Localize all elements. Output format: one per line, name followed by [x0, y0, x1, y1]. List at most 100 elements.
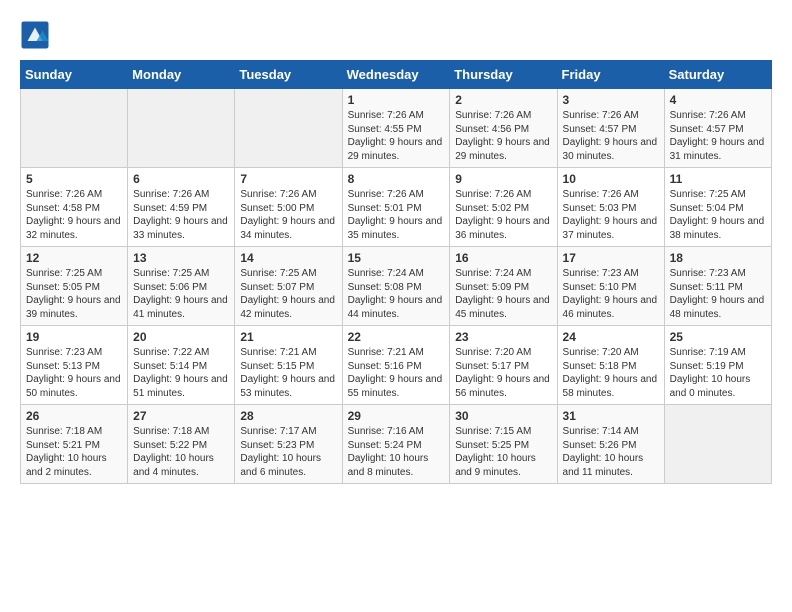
cell-content: Sunrise: 7:21 AMSunset: 5:16 PMDaylight:… [348, 346, 445, 400]
sunset-label: Sunset: 5:11 PM [670, 282, 743, 293]
daylight-label: Daylight: 9 hours and 31 minutes. [670, 137, 765, 162]
cell-content: Sunrise: 7:26 AMSunset: 4:59 PMDaylight:… [133, 188, 229, 242]
day-number: 24 [563, 330, 659, 344]
daylight-label: Daylight: 9 hours and 32 minutes. [26, 216, 121, 241]
calendar-cell: 2Sunrise: 7:26 AMSunset: 4:56 PMDaylight… [450, 89, 557, 168]
sunrise-label: Sunrise: 7:21 AM [240, 347, 316, 358]
sunrise-label: Sunrise: 7:26 AM [133, 189, 209, 200]
daylight-label: Daylight: 9 hours and 53 minutes. [240, 374, 335, 399]
calendar: SundayMondayTuesdayWednesdayThursdayFrid… [20, 60, 772, 484]
cell-content: Sunrise: 7:22 AMSunset: 5:14 PMDaylight:… [133, 346, 229, 400]
cell-content: Sunrise: 7:26 AMSunset: 5:00 PMDaylight:… [240, 188, 336, 242]
cell-content: Sunrise: 7:26 AMSunset: 5:03 PMDaylight:… [563, 188, 659, 242]
calendar-cell: 3 Sunrise: 7:26 AMSunset: 4:57 PMDaylight… [557, 89, 664, 168]
cell-content: Sunrise: 7:24 AM Sunset: 5:09 PM Daylight:… [455, 267, 551, 321]
cell-content: Sunrise: 7:25 AMSunset: 5:06 PMDaylight:… [133, 267, 229, 321]
calendar-cell: 20Sunrise: 7:22 AMSunset: 5:14 PMDayligh… [128, 326, 235, 405]
cell-content: Sunrise: 7:20 AMSunset: 5:17 PMDaylight:… [455, 346, 551, 400]
sunrise-label: Sunrise: 7:26 AM [348, 110, 424, 121]
sunrise-label: Sunrise: 7:20 AM [563, 347, 639, 358]
sunrise-label: Sunrise: 7:24 AM [348, 268, 424, 279]
sunset-label: Sunset: 5:15 PM [240, 361, 314, 372]
cell-content: Sunrise: 7:25 AMSunset: 5:07 PMDaylight:… [240, 267, 336, 321]
cell-content: Sunrise: 7:18 AMSunset: 5:22 PMDaylight:… [133, 425, 229, 479]
day-number: 2 [455, 93, 551, 107]
daylight-label: Daylight: 9 hours and 45 minutes. [455, 295, 550, 320]
day-header-saturday: Saturday [664, 61, 771, 89]
cell-content: Sunrise: 7:18 AMSunset: 5:21 PMDaylight:… [26, 425, 122, 479]
daylight-label: Daylight: 9 hours and 29 minutes. [348, 137, 443, 162]
day-number: 23 [455, 330, 551, 344]
sunrise-label: Sunrise: 7:26 AM [455, 110, 531, 121]
calendar-cell [128, 89, 235, 168]
daylight-label: Daylight: 9 hours and 38 minutes. [670, 216, 765, 241]
cell-content: Sunrise: 7:23 AMSunset: 5:13 PMDaylight:… [26, 346, 122, 400]
sunset-label: Sunset: 5:02 PM [455, 203, 529, 214]
calendar-cell: 24Sunrise: 7:20 AMSunset: 5:18 PMDayligh… [557, 326, 664, 405]
day-number: 5 [26, 172, 122, 186]
calendar-cell: 4Sunrise: 7:26 AMSunset: 4:57 PMDaylight… [664, 89, 771, 168]
day-number: 18 [670, 251, 766, 265]
calendar-cell: 7Sunrise: 7:26 AMSunset: 5:00 PMDaylight… [235, 168, 342, 247]
week-row-1: 1Sunrise: 7:26 AMSunset: 4:55 PMDaylight… [21, 89, 772, 168]
day-number: 10 [563, 172, 659, 186]
logo-icon [20, 20, 50, 50]
day-number: 8 [348, 172, 445, 186]
sunrise-label: Sunrise: 7:25 AM [670, 189, 746, 200]
sunrise-label: Sunrise: 7:24 AM [455, 268, 531, 279]
calendar-cell: 12 Sunrise: 7:25 AM Sunset: 5:05 PM Dayligh… [21, 247, 128, 326]
daylight-label: Daylight: 10 hours and 11 minutes. [563, 453, 644, 478]
sunrise-label: Sunrise: 7:25 AM [26, 268, 102, 279]
calendar-cell: 1Sunrise: 7:26 AMSunset: 4:55 PMDaylight… [342, 89, 450, 168]
sunrise-label: Sunrise: 7:17 AM [240, 426, 316, 437]
week-row-3: 12 Sunrise: 7:25 AM Sunset: 5:05 PM Dayligh… [21, 247, 772, 326]
calendar-cell: 9Sunrise: 7:26 AMSunset: 5:02 PMDaylight… [450, 168, 557, 247]
daylight-label: Daylight: 9 hours and 33 minutes. [133, 216, 228, 241]
day-number: 12 [26, 251, 122, 265]
sunrise-label: Sunrise: 7:22 AM [133, 347, 209, 358]
daylight-label: Daylight: 9 hours and 39 minutes. [26, 295, 121, 320]
calendar-cell: 10 Sunrise: 7:26 AMSunset: 5:03 PMDayligh… [557, 168, 664, 247]
daylight-label: Daylight: 9 hours and 51 minutes. [133, 374, 228, 399]
day-number: 31 [563, 409, 659, 423]
sunrise-label: Sunrise: 7:23 AM [563, 268, 639, 279]
daylight-label: Daylight: 9 hours and 55 minutes. [348, 374, 443, 399]
day-header-tuesday: Tuesday [235, 61, 342, 89]
calendar-cell [664, 405, 771, 484]
day-number: 3 [563, 93, 659, 107]
sunrise-label: Sunrise: 7:16 AM [348, 426, 424, 437]
cell-content: Sunrise: 7:25 AM Sunset: 5:05 PM Daylight:… [26, 267, 122, 321]
sunset-label: Sunset: 5:19 PM [670, 361, 744, 372]
day-number: 21 [240, 330, 336, 344]
sunset-label: Sunset: 5:10 PM [563, 282, 637, 293]
sunset-label: Sunset: 5:04 PM [670, 203, 744, 214]
calendar-header: SundayMondayTuesdayWednesdayThursdayFrid… [21, 61, 772, 89]
sunset-label: Sunset: 5:24 PM [348, 440, 422, 451]
day-number: 25 [670, 330, 766, 344]
daylight-label: Daylight: 9 hours and 50 minutes. [26, 374, 121, 399]
sunset-label: Sunset: 5:23 PM [240, 440, 314, 451]
sunrise-label: Sunrise: 7:26 AM [563, 189, 639, 200]
sunset-label: Sunset: 5:18 PM [563, 361, 637, 372]
week-row-4: 19Sunrise: 7:23 AMSunset: 5:13 PMDayligh… [21, 326, 772, 405]
cell-content: Sunrise: 7:23 AMSunset: 5:11 PMDaylight:… [670, 267, 766, 321]
sunset-label: Sunset: 5:16 PM [348, 361, 422, 372]
sunset-label: Sunset: 4:55 PM [348, 124, 422, 135]
calendar-body: 1Sunrise: 7:26 AMSunset: 4:55 PMDaylight… [21, 89, 772, 484]
calendar-cell: 25Sunrise: 7:19 AMSunset: 5:19 PMDayligh… [664, 326, 771, 405]
daylight-label: Daylight: 9 hours and 48 minutes. [670, 295, 765, 320]
cell-content: Sunrise: 7:26 AMSunset: 4:57 PMDaylight:… [670, 109, 766, 163]
sunset-label: Sunset: 5:05 PM [26, 282, 100, 293]
day-number: 30 [455, 409, 551, 423]
day-number: 22 [348, 330, 445, 344]
calendar-cell: 23 Sunrise: 7:20 AMSunset: 5:17 PMDayligh… [450, 326, 557, 405]
calendar-cell: 14Sunrise: 7:25 AMSunset: 5:07 PMDayligh… [235, 247, 342, 326]
sunset-label: Sunset: 5:09 PM [455, 282, 529, 293]
sunset-label: Sunset: 5:00 PM [240, 203, 314, 214]
day-number: 9 [455, 172, 551, 186]
cell-content: Sunrise: 7:26 AMSunset: 4:57 PMDaylight:… [563, 109, 659, 163]
sunset-label: Sunset: 4:58 PM [26, 203, 100, 214]
sunrise-label: Sunrise: 7:19 AM [670, 347, 746, 358]
sunrise-label: Sunrise: 7:25 AM [133, 268, 209, 279]
sunrise-label: Sunrise: 7:26 AM [348, 189, 424, 200]
